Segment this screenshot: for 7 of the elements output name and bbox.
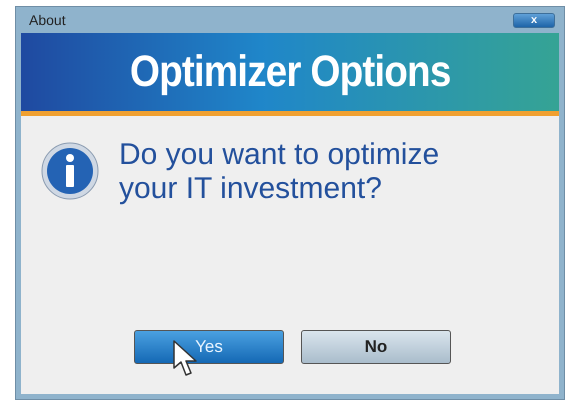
dialog-button[interactable]: Yes [134,330,284,364]
window-title: About [28,12,66,28]
dialog-button[interactable]: No [301,330,451,364]
close-button[interactable]: x [513,12,555,28]
banner-title: Optimizer Options [130,47,450,97]
info-icon [41,142,99,200]
message-text: Do you want to optimize your IT investment? [119,138,440,206]
